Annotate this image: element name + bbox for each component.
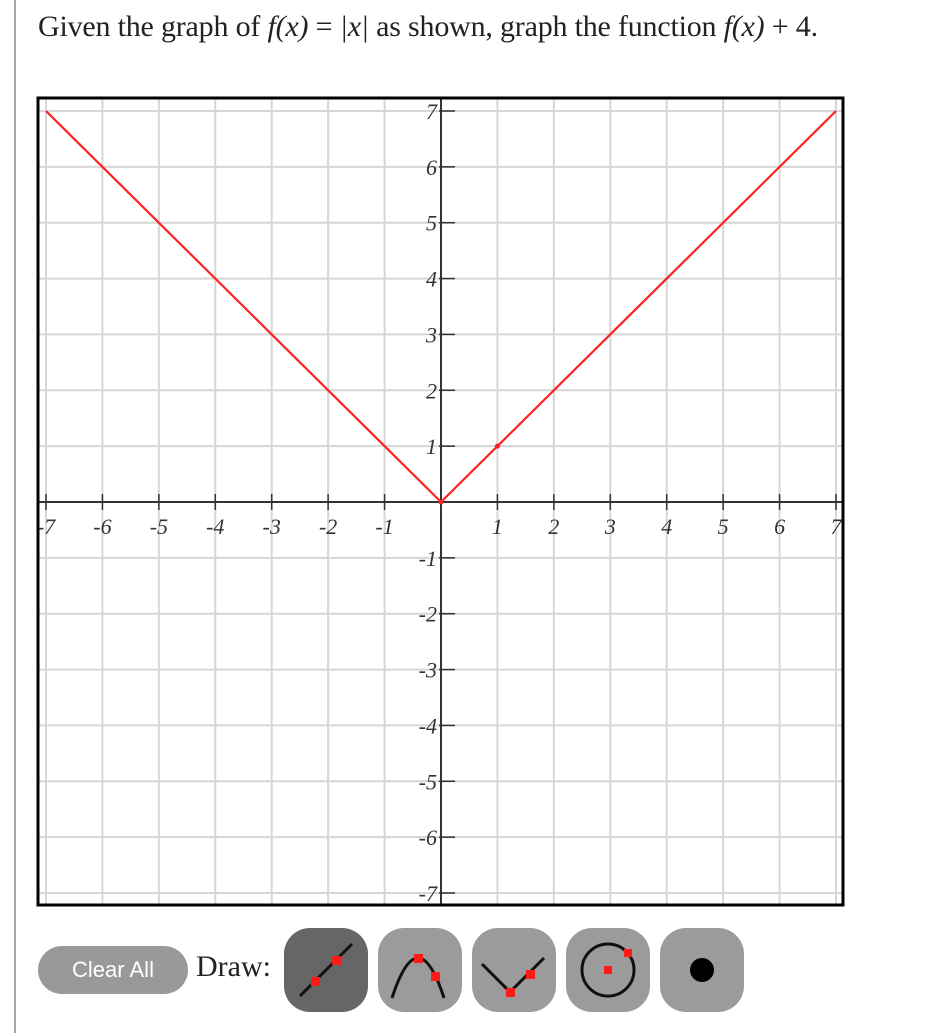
point-icon bbox=[690, 958, 714, 982]
y-tick-label: -3 bbox=[419, 658, 437, 683]
circle-tool-button[interactable] bbox=[566, 928, 650, 1012]
point-tool-button[interactable] bbox=[660, 928, 744, 1012]
x-tick-label: -4 bbox=[206, 514, 224, 539]
y-tick-label: -1 bbox=[419, 546, 437, 571]
x-tick-label: 4 bbox=[661, 514, 672, 539]
x-tick-label: -5 bbox=[150, 514, 168, 539]
line-icon bbox=[298, 942, 354, 998]
circle-icon bbox=[580, 942, 636, 998]
y-tick-label: -5 bbox=[419, 769, 437, 794]
x-tick-label: -7 bbox=[37, 514, 56, 539]
clear-all-button[interactable]: Clear All bbox=[38, 946, 188, 994]
y-tick-label: 7 bbox=[426, 99, 438, 124]
absolute-value-icon bbox=[480, 956, 546, 997]
y-tick-label: 6 bbox=[426, 155, 437, 180]
vertex-point[interactable] bbox=[438, 499, 444, 505]
x-tick-label: -3 bbox=[263, 514, 281, 539]
line-tool-button[interactable] bbox=[284, 928, 368, 1012]
x-tick-label: -2 bbox=[319, 514, 337, 539]
x-tick-label: 1 bbox=[492, 514, 503, 539]
y-tick-label: 2 bbox=[426, 378, 437, 403]
parabola-tool-button[interactable] bbox=[378, 928, 462, 1012]
parabola-icon bbox=[390, 954, 446, 999]
x-tick-label: 3 bbox=[604, 514, 616, 539]
y-tick-label: -2 bbox=[419, 602, 437, 627]
y-tick-label: 1 bbox=[426, 434, 437, 459]
absolute-value-tool-button[interactable] bbox=[472, 928, 556, 1012]
graph-canvas[interactable]: -7 -6 -5 -4 -3 -2 -1 1 2 3 4 5 6 7 7 6 5 4 3 2 1 -1 -2 -3 -4 -5 -6… bbox=[0, 0, 949, 920]
y-tick-label: -6 bbox=[419, 825, 437, 850]
x-tick-label: -1 bbox=[375, 514, 393, 539]
y-tick-label: -7 bbox=[419, 881, 438, 906]
x-tick-label: -6 bbox=[93, 514, 111, 539]
control-point[interactable] bbox=[494, 443, 500, 449]
draw-label: Draw: bbox=[196, 950, 271, 983]
graph-container[interactable]: -7 -6 -5 -4 -3 -2 -1 1 2 3 4 5 6 7 7 6 5 4 3 2 1 -1 -2 -3 -4 -5 -6… bbox=[0, 0, 949, 925]
x-tick-label: 6 bbox=[774, 514, 785, 539]
y-tick-label: -4 bbox=[419, 713, 437, 738]
y-tick-label: 5 bbox=[426, 211, 437, 236]
x-tick-label: 7 bbox=[831, 514, 843, 539]
x-tick-label: 2 bbox=[548, 514, 559, 539]
x-tick-label: 5 bbox=[718, 514, 729, 539]
y-tick-label: 4 bbox=[426, 267, 437, 292]
y-tick-label: 3 bbox=[425, 322, 437, 347]
